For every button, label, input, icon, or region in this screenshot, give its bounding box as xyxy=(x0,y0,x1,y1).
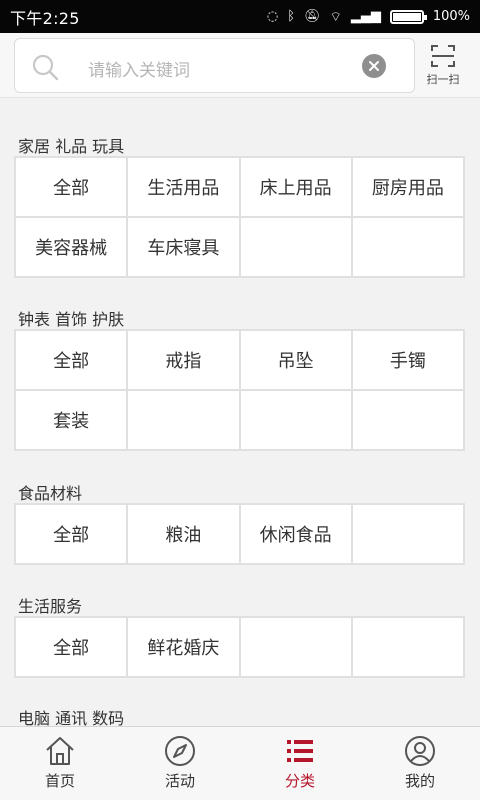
list-icon xyxy=(287,740,313,762)
bottom-tab-bar: 首页 活动 分类 我的 xyxy=(0,726,480,800)
category-item-empty xyxy=(240,218,351,276)
wifi-icon: ⌔ xyxy=(329,9,342,25)
category-item[interactable]: 戒指 xyxy=(128,331,239,389)
clear-icon[interactable] xyxy=(362,54,386,78)
tab-home[interactable]: 首页 xyxy=(0,727,120,800)
category-item[interactable]: 粮油 xyxy=(128,505,239,563)
search-input[interactable]: 请输入关键词 xyxy=(14,38,415,93)
compass-icon xyxy=(165,736,195,766)
category-item[interactable]: 车床寝具 xyxy=(128,218,239,276)
battery-percent: 100% xyxy=(432,9,470,24)
category-item[interactable]: 生活用品 xyxy=(128,158,239,216)
tab-mine[interactable]: 我的 xyxy=(360,727,480,800)
mute-icon: 🔕︎ xyxy=(304,9,321,24)
category-item[interactable]: 床上用品 xyxy=(240,158,351,216)
category-item-empty xyxy=(352,218,463,276)
category-item[interactable]: 美容器械 xyxy=(16,218,127,276)
category-item[interactable]: 手镯 xyxy=(352,331,463,389)
scan-button[interactable]: 扫一扫 xyxy=(420,39,466,93)
category-item[interactable]: 全部 xyxy=(16,505,127,563)
category-item[interactable]: 厨房用品 xyxy=(352,158,463,216)
signal-icon: ▂▄▆ xyxy=(350,9,381,24)
category-grid: 全部 戒指 吊坠 手镯 套装 xyxy=(14,329,465,451)
battery-icon xyxy=(389,9,427,24)
bluetooth-icon: ᛒ xyxy=(287,9,296,24)
category-item-empty xyxy=(128,391,239,449)
category-item[interactable]: 鲜花婚庆 xyxy=(128,618,239,676)
category-item[interactable]: 套装 xyxy=(16,391,127,449)
category-item[interactable]: 全部 xyxy=(16,331,127,389)
alarm-icon: ◌ xyxy=(266,9,279,24)
search-icon xyxy=(32,54,59,81)
section-title: 食品材料 xyxy=(18,484,83,503)
tab-category[interactable]: 分类 xyxy=(240,727,360,800)
category-item[interactable]: 吊坠 xyxy=(240,331,351,389)
tab-label: 我的 xyxy=(404,772,435,790)
category-list[interactable]: 家居 礼品 玩具 全部 生活用品 床上用品 厨房用品 美容器械 车床寝具 钟表 … xyxy=(0,99,480,726)
tab-label: 分类 xyxy=(284,772,315,790)
home-icon xyxy=(46,737,74,765)
category-item-empty xyxy=(352,505,463,563)
status-icons: ◌ ᛒ 🔕︎ ⌔ ▂▄▆ 100% xyxy=(267,9,470,25)
category-item[interactable]: 全部 xyxy=(16,618,127,676)
status-time: 下午2:25 xyxy=(10,8,80,28)
tab-label: 活动 xyxy=(164,772,195,790)
category-item[interactable]: 全部 xyxy=(16,158,127,216)
category-item-empty xyxy=(240,391,351,449)
category-grid: 全部 粮油 休闲食品 xyxy=(14,503,465,565)
category-item[interactable]: 休闲食品 xyxy=(240,505,351,563)
section-title: 生活服务 xyxy=(18,597,83,616)
section-title: 钟表 首饰 护肤 xyxy=(18,310,125,329)
user-icon xyxy=(405,736,435,766)
category-item-empty xyxy=(240,618,351,676)
search-placeholder: 请输入关键词 xyxy=(88,61,190,81)
category-item-empty xyxy=(352,618,463,676)
category-grid: 全部 鲜花婚庆 xyxy=(14,616,465,678)
section-title: 家居 礼品 玩具 xyxy=(18,137,125,156)
status-bar: 下午2:25 ◌ ᛒ 🔕︎ ⌔ ▂▄▆ 100% xyxy=(0,0,480,33)
tab-activity[interactable]: 活动 xyxy=(120,727,240,800)
category-grid: 全部 生活用品 床上用品 厨房用品 美容器械 车床寝具 xyxy=(14,156,465,278)
header: 请输入关键词 扫一扫 xyxy=(0,33,480,98)
tab-label: 首页 xyxy=(44,772,75,790)
category-item-empty xyxy=(352,391,463,449)
scan-icon xyxy=(431,45,455,67)
scan-label: 扫一扫 xyxy=(426,73,460,86)
section-title: 电脑 通讯 数码 xyxy=(18,709,125,726)
